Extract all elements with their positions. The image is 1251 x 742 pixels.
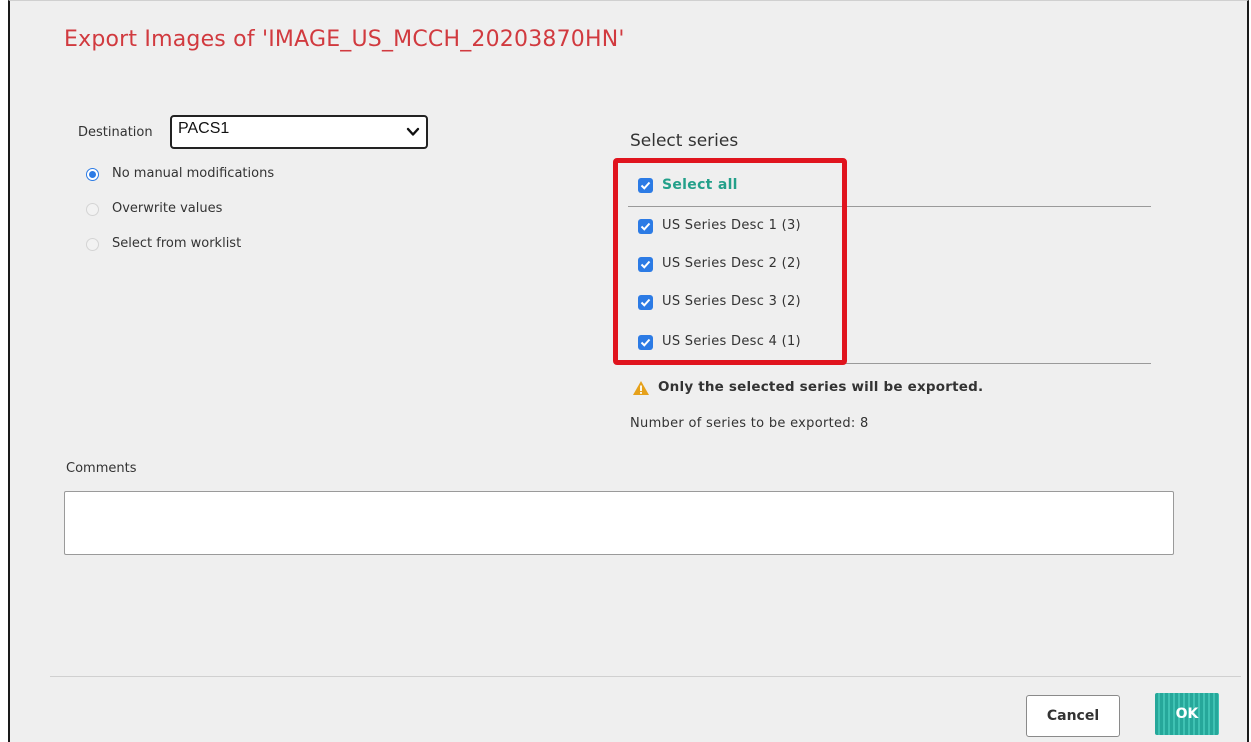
warning-icon: [633, 381, 649, 395]
radio-button[interactable]: [86, 203, 99, 216]
ok-button[interactable]: OK: [1155, 693, 1219, 735]
chevron-down-icon: [406, 127, 420, 136]
dialog-title: Export Images of 'IMAGE_US_MCCH_20203870…: [64, 27, 625, 52]
cancel-button[interactable]: Cancel: [1026, 695, 1120, 737]
destination-select[interactable]: PACS1: [170, 115, 428, 149]
radio-label: Select from worklist: [112, 236, 242, 251]
select-series-heading: Select series: [630, 131, 739, 151]
export-images-dialog: Export Images of 'IMAGE_US_MCCH_20203870…: [8, 0, 1249, 742]
comments-label: Comments: [66, 461, 137, 476]
warning-text: Only the selected series will be exporte…: [658, 379, 984, 395]
series-highlight-box: [613, 158, 847, 365]
destination-label: Destination: [78, 125, 153, 140]
radio-label: Overwrite values: [112, 201, 223, 216]
destination-value: PACS1: [178, 120, 230, 137]
radio-button[interactable]: [86, 238, 99, 251]
radio-button[interactable]: [86, 168, 99, 181]
comments-textarea[interactable]: [64, 491, 1174, 555]
series-count-text: Number of series to be exported: 8: [630, 416, 869, 431]
radio-label: No manual modifications: [112, 166, 275, 181]
footer-divider: [50, 676, 1241, 677]
